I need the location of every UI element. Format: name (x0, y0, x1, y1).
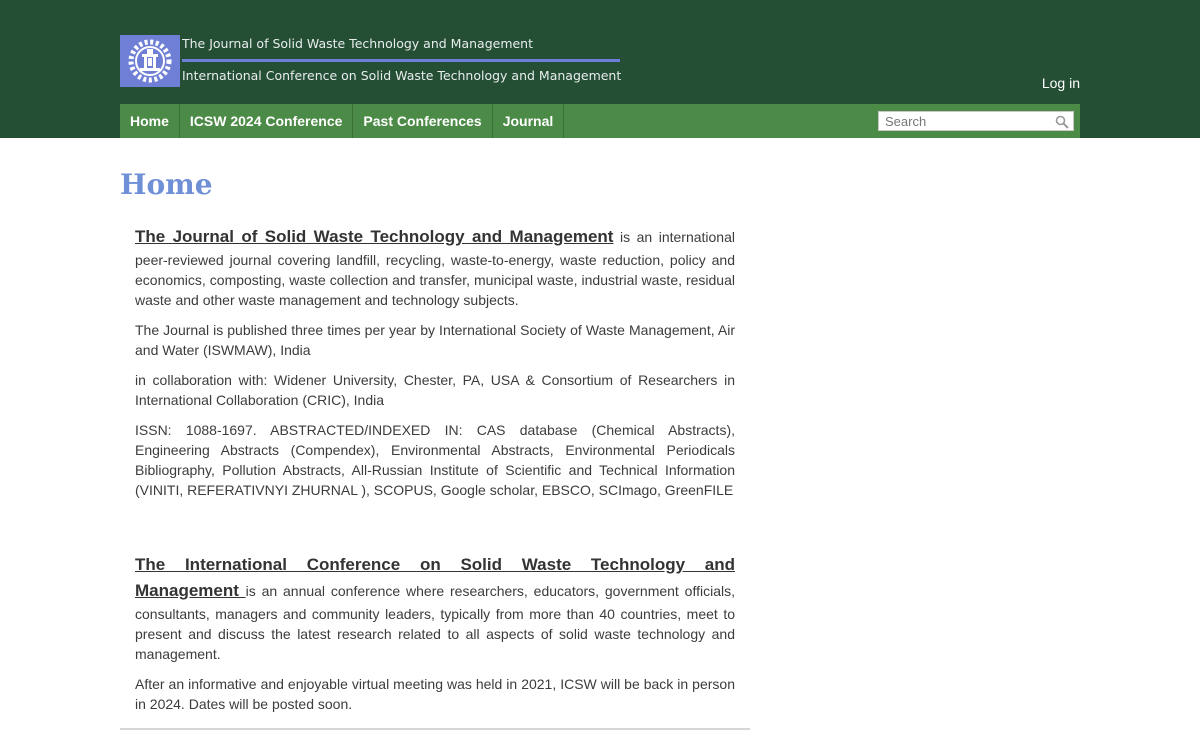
journal-intro-paragraph: The Journal of Solid Waste Technology an… (135, 224, 735, 310)
journal-published-paragraph: The Journal is published three times per… (135, 322, 735, 358)
login-link[interactable]: Log in (1042, 75, 1080, 91)
journal-collaboration-paragraph: in collaboration with: Widener Universit… (135, 372, 735, 408)
search-input[interactable] (879, 112, 1055, 130)
site-header: The Journal of Solid Waste Technology an… (0, 0, 1200, 138)
conference-update-paragraph: After an informative and enjoyable virtu… (135, 676, 735, 712)
main-content: The Journal of Solid Waste Technology an… (135, 224, 735, 724)
title-divider (182, 59, 620, 62)
search-icon[interactable] (1055, 115, 1069, 134)
journal-issn-paragraph: ISSN: 1088-1697. ABSTRACTED/INDEXED IN: … (135, 422, 735, 498)
gear-emblem-icon[interactable] (120, 35, 180, 87)
site-subtitle[interactable]: International Conference on Solid Waste … (182, 68, 621, 83)
conference-intro-paragraph: The International Conference on Solid Wa… (135, 552, 735, 664)
nav-item-past-conferences[interactable]: Past Conferences (353, 104, 493, 138)
journal-link[interactable]: The Journal of Solid Waste Technology an… (135, 227, 613, 246)
site-title[interactable]: The Journal of Solid Waste Technology an… (182, 36, 533, 51)
nav-item-home[interactable]: Home (120, 104, 180, 138)
main-navigation: Home ICSW 2024 Conference Past Conferenc… (120, 104, 1080, 138)
page-title: Home (120, 168, 213, 201)
nav-item-journal[interactable]: Journal (493, 104, 565, 138)
search-box (878, 111, 1074, 131)
nav-item-icsw-2024-conference[interactable]: ICSW 2024 Conference (180, 104, 354, 138)
content-divider (120, 728, 750, 730)
